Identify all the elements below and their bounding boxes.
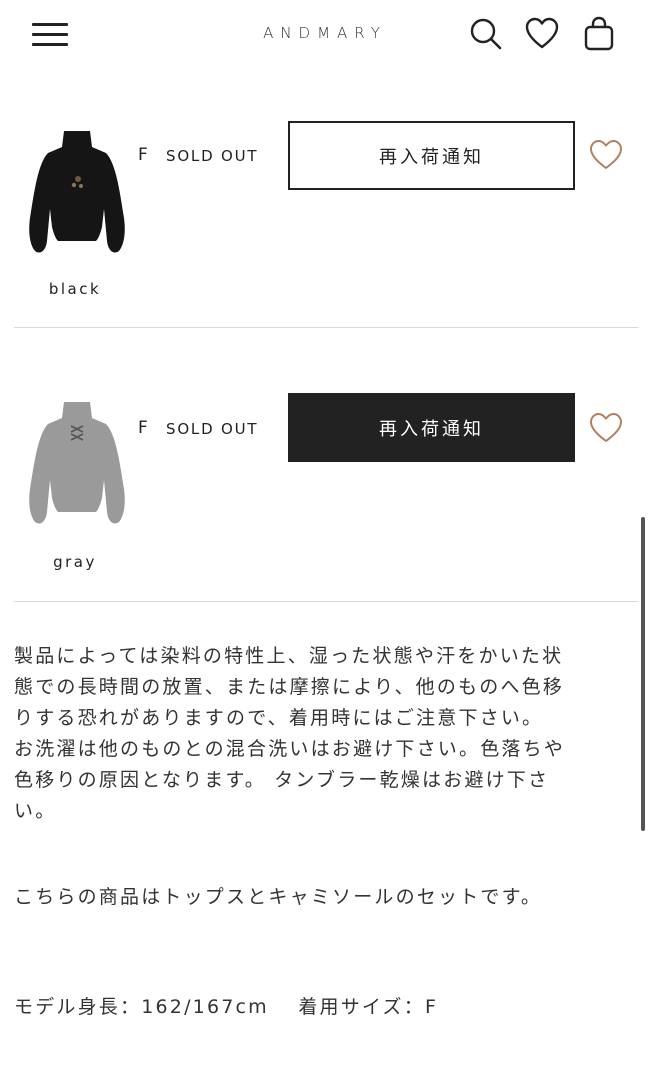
- heart-icon[interactable]: [524, 15, 560, 53]
- favorite-heart-icon[interactable]: [588, 138, 624, 172]
- care-text-line: 態での長時間の放置、または摩擦により、他のものへ色移: [14, 676, 565, 698]
- product-thumbnail[interactable]: [22, 396, 132, 536]
- variant-color-label: gray: [53, 553, 97, 571]
- product-description: 製品によっては染料の特性上、湿った状態や汗をかいた状 態での長時間の放置、または…: [14, 641, 636, 827]
- divider: [14, 327, 638, 328]
- restock-notify-button[interactable]: 再入荷通知: [288, 393, 575, 462]
- scrollbar[interactable]: [641, 517, 645, 831]
- variant-row-black: black F SOLD OUT 再入荷通知: [0, 118, 651, 308]
- hamburger-menu-icon[interactable]: [30, 18, 72, 50]
- restock-notify-button[interactable]: 再入荷通知: [288, 121, 575, 190]
- divider: [14, 601, 638, 602]
- favorite-heart-icon[interactable]: [588, 411, 624, 445]
- care-text-line: お洗濯は他のものとの混合洗いはお避け下さい。色落ちや: [14, 738, 566, 760]
- search-icon[interactable]: [467, 15, 503, 53]
- care-text-line: 色移りの原因となります。 タンブラー乾燥はお避け下さ: [14, 769, 550, 791]
- product-thumbnail[interactable]: [22, 123, 132, 263]
- variant-size: F: [138, 418, 148, 438]
- variant-color-label: black: [48, 280, 102, 298]
- stock-status: SOLD OUT: [166, 147, 259, 165]
- care-text-line: 製品によっては染料の特性上、湿った状態や汗をかいた状: [14, 645, 564, 667]
- model-info: モデル身長：162/167cm 着用サイズ：F: [14, 996, 439, 1018]
- set-note: こちらの商品はトップスとキャミソールのセットです。: [14, 886, 543, 908]
- variant-row-gray: gray F SOLD OUT 再入荷通知: [0, 392, 651, 582]
- variant-size: F: [138, 145, 148, 165]
- shopping-bag-icon[interactable]: [581, 15, 617, 53]
- care-text-line: りする恐れがありますので、着用時にはご注意下さい。: [14, 707, 544, 729]
- stock-status: SOLD OUT: [166, 420, 259, 438]
- care-text-line: い。: [14, 800, 57, 822]
- header: ANDMARY: [0, 0, 651, 70]
- brand-logo[interactable]: ANDMARY: [230, 24, 420, 42]
